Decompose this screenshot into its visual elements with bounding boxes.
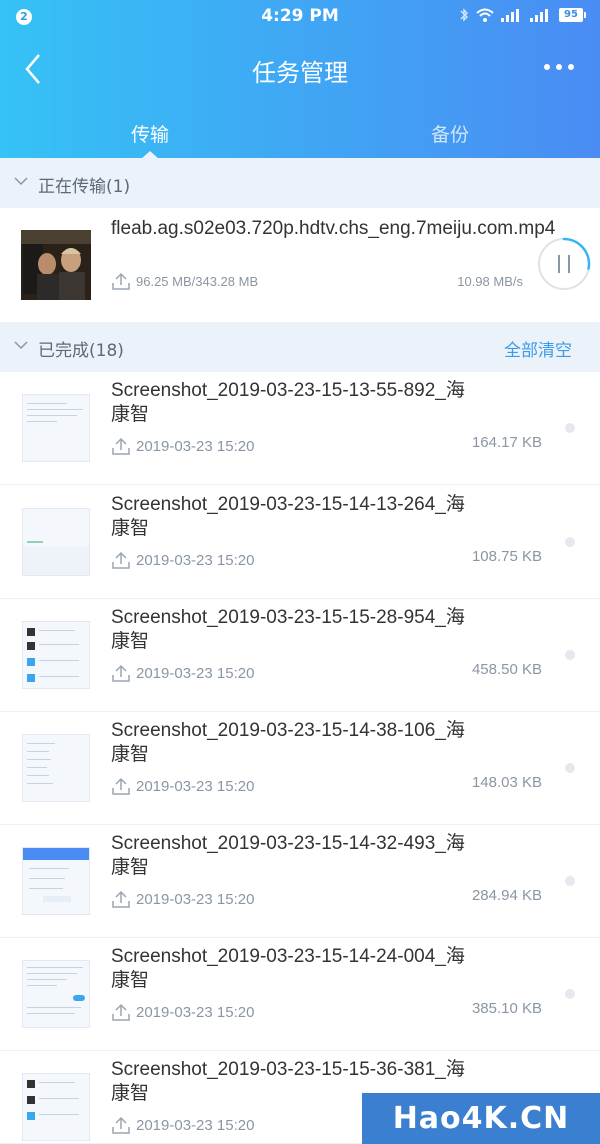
- section-header-completed[interactable]: 已完成(18) 全部清空: [0, 322, 600, 372]
- pause-icon-bar-left: [558, 255, 560, 273]
- list-item[interactable]: Screenshot_2019-03-23-15-14-13-264_海康智 2…: [0, 486, 600, 599]
- chevron-down-icon: [14, 341, 28, 350]
- file-date: 2019-03-23 15:20: [136, 891, 255, 908]
- file-size: 164.17 KB: [471, 434, 542, 451]
- list-item[interactable]: Screenshot_2019-03-23-15-14-32-493_海康智 2…: [0, 825, 600, 938]
- file-thumbnail: [22, 734, 90, 802]
- watermark-text: Hao4K.CN: [392, 1101, 570, 1136]
- list-item[interactable]: Screenshot_2019-03-23-15-13-55-892_海康智 2…: [0, 372, 600, 485]
- pause-button[interactable]: [537, 237, 591, 291]
- file-date: 2019-03-23 15:20: [136, 1004, 255, 1021]
- transfer-speed: 10.98 MB/s: [457, 274, 523, 289]
- file-thumbnail: [22, 621, 90, 689]
- title-bar: 任务管理: [0, 34, 600, 104]
- wifi-icon: [476, 8, 494, 22]
- status-dot: [565, 537, 575, 547]
- file-name: Screenshot_2019-03-23-15-15-28-954_海康智: [111, 607, 465, 652]
- page-title: 任务管理: [252, 59, 348, 87]
- upload-icon: [112, 664, 130, 682]
- upload-icon: [112, 777, 130, 795]
- section-count: (18): [89, 341, 124, 361]
- transfer-progress-text: 96.25 MB/343.28 MB: [136, 274, 259, 289]
- file-thumbnail: [22, 1073, 90, 1141]
- section-title-active: 正在传输(1): [38, 172, 130, 197]
- file-name: Screenshot_2019-03-23-15-14-24-004_海康智: [111, 946, 465, 991]
- app-header: 2 4:29 PM 95 任务管理 传输 备份: [0, 0, 600, 159]
- list-item[interactable]: Screenshot_2019-03-23-15-15-28-954_海康智 2…: [0, 599, 600, 712]
- file-thumbnail: [22, 960, 90, 1028]
- upload-icon: [112, 437, 130, 455]
- section-label: 正在传输: [38, 177, 106, 197]
- progress-arc: [562, 237, 591, 270]
- video-frame-image: [21, 230, 91, 300]
- section-title-completed: 已完成(18): [38, 336, 124, 361]
- section-label: 已完成: [38, 341, 89, 361]
- tab-backup[interactable]: 备份: [300, 120, 600, 147]
- file-size: 284.94 KB: [471, 887, 542, 904]
- file-size: 385.10 KB: [471, 1000, 542, 1017]
- file-name: Screenshot_2019-03-23-15-14-38-106_海康智: [111, 720, 465, 765]
- file-name: Screenshot_2019-03-23-15-14-32-493_海康智: [111, 833, 465, 878]
- bluetooth-icon: [460, 8, 469, 22]
- tab-transfer[interactable]: 传输: [0, 120, 300, 147]
- upload-icon: [112, 1003, 130, 1021]
- file-name: Screenshot_2019-03-23-15-13-55-892_海康智: [111, 380, 465, 425]
- battery-level: 95: [559, 8, 583, 22]
- upload-icon: [112, 551, 130, 569]
- status-dot: [565, 989, 575, 999]
- battery-icon: 95: [559, 8, 586, 22]
- tab-bar: 传输 备份: [0, 104, 600, 159]
- clear-all-button[interactable]: 全部清空: [504, 336, 572, 361]
- pause-icon-bar-right: [568, 255, 570, 273]
- status-icons: 95: [459, 7, 586, 23]
- file-thumbnail: [22, 508, 90, 576]
- chevron-down-icon: [14, 177, 28, 186]
- video-thumbnail: [21, 230, 91, 300]
- status-dot: [565, 650, 575, 660]
- status-bar: 2 4:29 PM 95: [0, 0, 600, 34]
- list-item[interactable]: Screenshot_2019-03-23-15-14-38-106_海康智 2…: [0, 712, 600, 825]
- section-count: (1): [106, 177, 131, 197]
- file-date: 2019-03-23 15:20: [136, 665, 255, 682]
- file-date: 2019-03-23 15:20: [136, 552, 255, 569]
- file-size: 458.50 KB: [471, 661, 542, 678]
- file-name: Screenshot_2019-03-23-15-14-13-264_海康智: [111, 494, 465, 539]
- section-header-active[interactable]: 正在传输(1): [0, 158, 600, 208]
- watermark-logo: Hao4K.CN: [362, 1093, 600, 1144]
- active-transfer-row[interactable]: fleab.ag.s02e03.720p.hdtv.chs_eng.7meiju…: [0, 208, 600, 320]
- signal-icon: [501, 8, 523, 22]
- status-dot: [565, 423, 575, 433]
- status-dot: [565, 763, 575, 773]
- file-date: 2019-03-23 15:20: [136, 438, 255, 455]
- file-size: 108.75 KB: [471, 548, 542, 565]
- upload-icon: [112, 890, 130, 908]
- upload-icon: [112, 272, 130, 290]
- file-thumbnail: [22, 847, 90, 915]
- file-thumbnail: [22, 394, 90, 462]
- signal-icon-2: [530, 8, 552, 22]
- active-file-name: fleab.ag.s02e03.720p.hdtv.chs_eng.7meiju…: [111, 218, 556, 239]
- more-options-icon[interactable]: [544, 64, 574, 70]
- file-date: 2019-03-23 15:20: [136, 778, 255, 795]
- file-size: 148.03 KB: [471, 774, 542, 791]
- status-dot: [565, 876, 575, 886]
- upload-icon: [112, 1116, 130, 1134]
- list-item[interactable]: Screenshot_2019-03-23-15-14-24-004_海康智 2…: [0, 938, 600, 1051]
- file-date: 2019-03-23 15:20: [136, 1117, 255, 1134]
